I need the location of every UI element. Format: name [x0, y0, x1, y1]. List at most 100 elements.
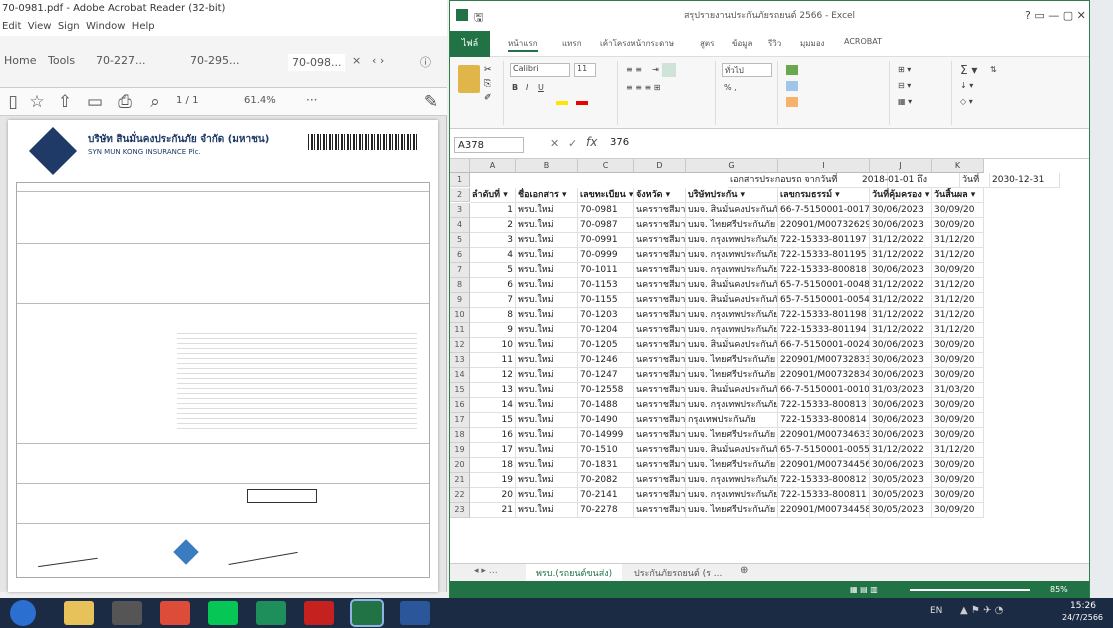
table-cell[interactable]: 70-0981: [578, 203, 634, 218]
table-cell[interactable]: 70-2141: [578, 488, 634, 503]
table-cell[interactable]: 3: [470, 233, 516, 248]
line-icon[interactable]: [208, 601, 238, 625]
table-cell[interactable]: พรบ.ใหม่: [516, 263, 578, 278]
table-cell[interactable]: 20: [470, 488, 516, 503]
table-cell[interactable]: 30/09/20: [932, 398, 984, 413]
tab-home[interactable]: Home: [4, 54, 36, 67]
table-cell[interactable]: บมจ. กรุงเทพประกันภัย: [686, 308, 778, 323]
table-header-cell[interactable]: บริษัทประกัน ▾: [686, 188, 778, 203]
table-cell[interactable]: 70-1490: [578, 413, 634, 428]
row-number[interactable]: 2: [450, 188, 470, 202]
font-color-icon[interactable]: [576, 101, 588, 105]
add-sheet-icon[interactable]: ⊕: [740, 565, 748, 576]
table-header-cell[interactable]: เลขทะเบียน ▾: [578, 188, 634, 203]
table-cell[interactable]: 10: [470, 338, 516, 353]
table-cell[interactable]: พรบ.ใหม่: [516, 218, 578, 233]
table-cell[interactable]: 66-7-5150001-00243: [778, 338, 870, 353]
sheet-tab-2[interactable]: ประกันภัยรถยนต์ (ร ...: [634, 566, 722, 580]
table-cell[interactable]: 70-14999: [578, 428, 634, 443]
table-cell[interactable]: 31/12/2022: [870, 248, 932, 263]
zoom-level[interactable]: 61.4%: [244, 95, 276, 106]
table-cell[interactable]: 30/09/20: [932, 503, 984, 518]
table-header-cell[interactable]: ชื่อเอกสาร ▾: [516, 188, 578, 203]
underline-button[interactable]: U: [538, 83, 544, 92]
table-cell[interactable]: บมจ. สินมั่นคงประกันภัย: [686, 338, 778, 353]
table-cell[interactable]: 31/12/20: [932, 233, 984, 248]
table-cell[interactable]: 220901/M007344567: [778, 458, 870, 473]
table-cell[interactable]: นครราชสีมา: [634, 443, 686, 458]
table-cell[interactable]: 70-1204: [578, 323, 634, 338]
column-header[interactable]: D: [634, 159, 686, 173]
table-cell[interactable]: 722-15333-801197: [778, 233, 870, 248]
table-cell[interactable]: นครราชสีมา: [634, 338, 686, 353]
cell-styles-icon[interactable]: [786, 97, 798, 107]
tab-home[interactable]: หน้าแรก: [508, 37, 538, 52]
table-cell[interactable]: นครราชสีมา: [634, 203, 686, 218]
table-cell[interactable]: นครราชสีมา: [634, 248, 686, 263]
align-center-icon[interactable]: [662, 63, 676, 77]
row-number[interactable]: 20: [450, 458, 470, 473]
table-cell[interactable]: นครราชสีมา: [634, 488, 686, 503]
enter-icon[interactable]: ✓: [568, 137, 577, 150]
table-cell[interactable]: พรบ.ใหม่: [516, 488, 578, 503]
menu-window[interactable]: Window: [86, 21, 125, 32]
table-cell[interactable]: 30/09/20: [932, 458, 984, 473]
function-icon[interactable]: fx: [586, 135, 597, 149]
table-cell[interactable]: บมจ. กรุงเทพประกันภัย: [686, 488, 778, 503]
align-row2-icons[interactable]: ≡ ≡ ≡ ⊞: [626, 83, 660, 92]
print-icon[interactable]: ⎙: [114, 92, 136, 112]
table-cell[interactable]: 6: [470, 278, 516, 293]
app-icon[interactable]: [256, 601, 286, 625]
table-cell[interactable]: พรบ.ใหม่: [516, 443, 578, 458]
table-cell[interactable]: นครราชสีมา: [634, 323, 686, 338]
row-number[interactable]: 9: [450, 293, 470, 308]
paste-icon[interactable]: [458, 65, 480, 93]
tab-insert[interactable]: แทรก: [562, 37, 582, 50]
table-cell[interactable]: 15: [470, 413, 516, 428]
start-button-icon[interactable]: [10, 600, 36, 626]
chrome-icon[interactable]: [160, 601, 190, 625]
table-cell[interactable]: 30/06/2023: [870, 218, 932, 233]
row-number[interactable]: 3: [450, 203, 470, 218]
italic-button[interactable]: I: [526, 83, 528, 92]
table-cell[interactable]: บมจ. ไทยศรีประกันภัย: [686, 458, 778, 473]
worksheet-grid[interactable]: A B C D G I J K 1 เอกสารประกอบรถ จากวันที่ 2018-01…: [450, 159, 1089, 563]
table-cell[interactable]: 70-1205: [578, 338, 634, 353]
zoom-slider[interactable]: [910, 589, 1030, 591]
table-cell[interactable]: บมจ. สินมั่นคงประกันภัย: [686, 293, 778, 308]
table-cell[interactable]: 70-1831: [578, 458, 634, 473]
table-cell[interactable]: 70-1155: [578, 293, 634, 308]
conditional-format-icon[interactable]: [786, 65, 798, 75]
table-cell[interactable]: 220901/M007326297: [778, 218, 870, 233]
table-cell[interactable]: 30/06/2023: [870, 413, 932, 428]
table-cell[interactable]: 7: [470, 293, 516, 308]
page-indicator[interactable]: 1 / 1: [176, 95, 198, 106]
more-icon[interactable]: ···: [306, 93, 317, 107]
table-cell[interactable]: บมจ. กรุงเทพประกันภัย: [686, 263, 778, 278]
table-cell[interactable]: นครราชสีมา: [634, 293, 686, 308]
table-cell[interactable]: 31/12/20: [932, 308, 984, 323]
table-cell[interactable]: 5: [470, 263, 516, 278]
table-cell[interactable]: 9: [470, 323, 516, 338]
table-cell[interactable]: 70-1488: [578, 398, 634, 413]
column-header[interactable]: J: [870, 159, 932, 173]
table-cell[interactable]: 220901/M007346330: [778, 428, 870, 443]
table-cell[interactable]: 70-0999: [578, 248, 634, 263]
row-number[interactable]: 10: [450, 308, 470, 323]
table-header-cell[interactable]: ลำดับที่ ▾: [470, 188, 516, 203]
table-cell[interactable]: 31/12/2022: [870, 233, 932, 248]
table-cell[interactable]: 30/05/2023: [870, 473, 932, 488]
table-cell[interactable]: 30/06/2023: [870, 263, 932, 278]
insert-cells-icon[interactable]: ⊞ ▾: [898, 65, 911, 74]
edit-icon[interactable]: ✎: [420, 92, 442, 112]
language-indicator[interactable]: EN: [930, 606, 942, 616]
table-cell[interactable]: 19: [470, 473, 516, 488]
table-cell[interactable]: พรบ.ใหม่: [516, 428, 578, 443]
table-cell[interactable]: 4: [470, 248, 516, 263]
column-header[interactable]: I: [778, 159, 870, 173]
table-header-cell[interactable]: เลขกรมธรรม์ ▾: [778, 188, 870, 203]
table-cell[interactable]: 14: [470, 398, 516, 413]
fill-icon[interactable]: ↓ ▾: [960, 81, 973, 90]
table-cell[interactable]: 30/06/2023: [870, 338, 932, 353]
table-cell[interactable]: 30/09/20: [932, 473, 984, 488]
